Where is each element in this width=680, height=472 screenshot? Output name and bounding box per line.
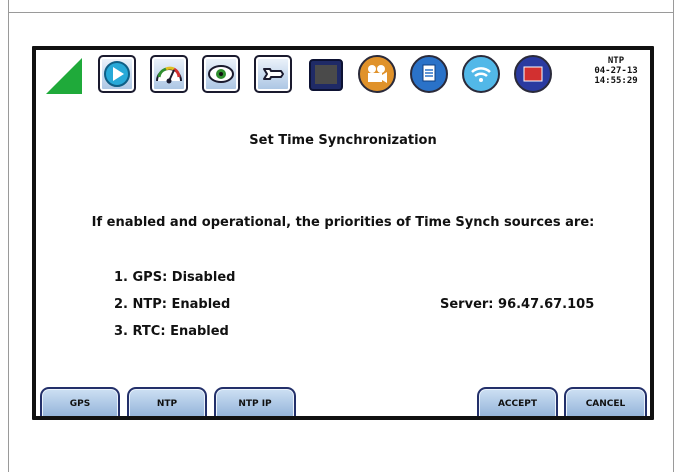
- gps-button[interactable]: GPS: [40, 387, 120, 416]
- page-title: Set Time Synchronization: [249, 133, 437, 148]
- play-icon[interactable]: [98, 55, 136, 93]
- ntp-ip-button[interactable]: NTP IP: [214, 387, 296, 416]
- wrench-icon[interactable]: [254, 55, 292, 93]
- page-frame-top: [8, 12, 674, 13]
- time-sync-status: NTP 04-27-13 14:55:29: [588, 56, 644, 86]
- status-date: 04-27-13: [594, 66, 638, 76]
- status-time: 14:55:29: [594, 76, 638, 86]
- gauge-icon[interactable]: [150, 55, 188, 93]
- device-bezel: NTP 04-27-13 14:55:29 Set Time Synchroni…: [32, 46, 654, 420]
- wifi-icon[interactable]: [462, 55, 500, 93]
- sync-source-label: NTP: [607, 56, 625, 66]
- priority-gps: 1. GPS: Disabled: [114, 270, 236, 285]
- page-frame-left: [8, 0, 9, 472]
- document-icon[interactable]: [410, 55, 448, 93]
- priorities-intro: If enabled and operational, the prioriti…: [91, 215, 595, 230]
- cancel-button[interactable]: CANCEL: [564, 387, 647, 416]
- eye-icon[interactable]: [202, 55, 240, 93]
- page-frame-right: [673, 0, 674, 472]
- signal-strength-icon[interactable]: [44, 56, 84, 96]
- ntp-button[interactable]: NTP: [127, 387, 207, 416]
- screen-icon[interactable]: [514, 55, 552, 93]
- priority-rtc: 3. RTC: Enabled: [114, 324, 229, 339]
- camera-icon[interactable]: [358, 55, 396, 93]
- device-screen: NTP 04-27-13 14:55:29 Set Time Synchroni…: [36, 50, 650, 416]
- top-toolbar: NTP 04-27-13 14:55:29: [36, 50, 650, 98]
- priority-ntp: 2. NTP: Enabled: [114, 297, 231, 312]
- ntp-server-address: Server: 96.47.67.105: [440, 297, 595, 312]
- accept-button[interactable]: ACCEPT: [477, 387, 558, 416]
- monitor-icon[interactable]: [306, 56, 346, 96]
